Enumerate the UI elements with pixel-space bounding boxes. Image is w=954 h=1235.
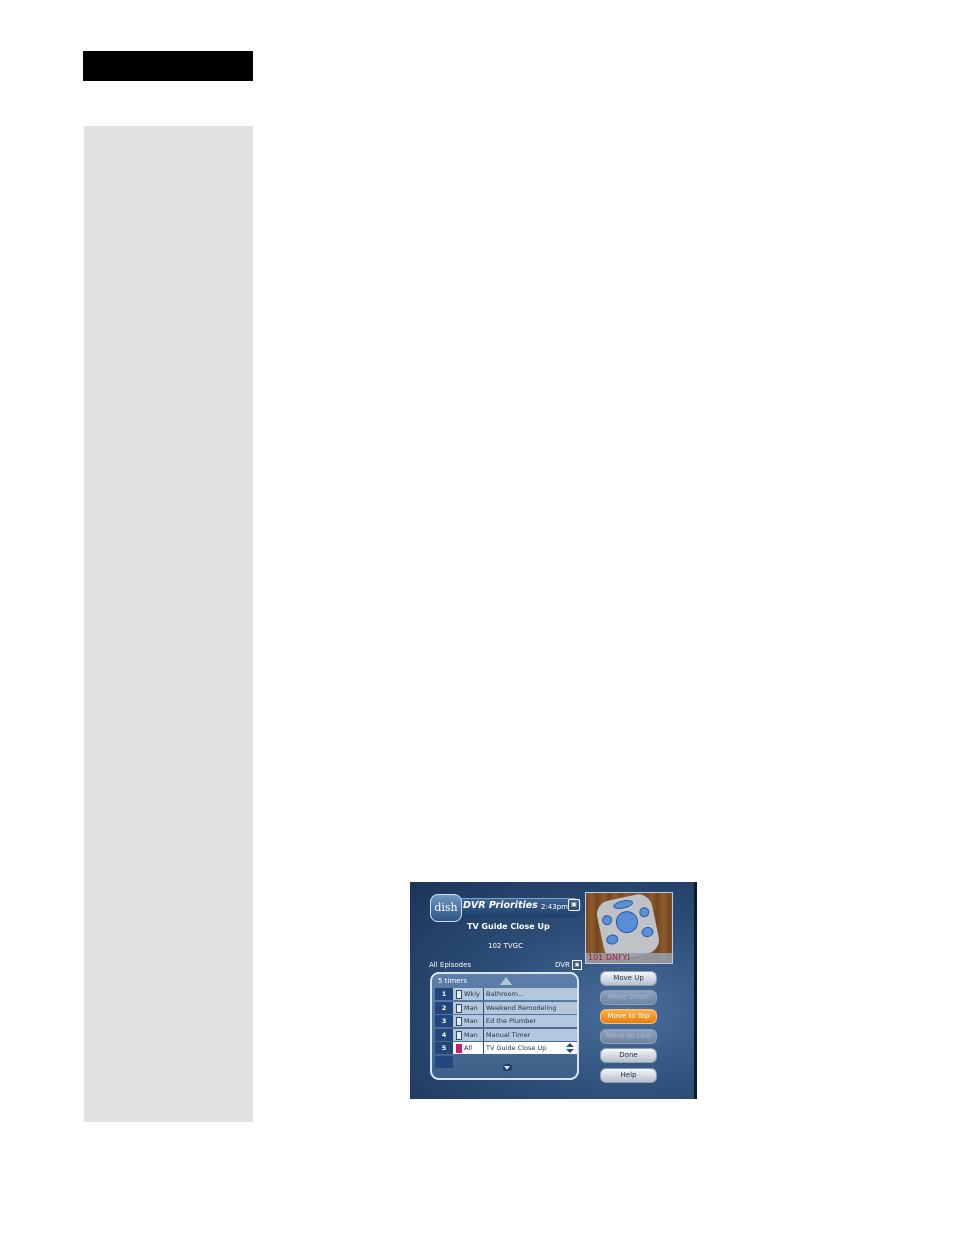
- screen-title: DVR Priorities: [463, 900, 538, 911]
- timer-frequency: Man: [464, 1003, 478, 1012]
- clock: 2:43pm: [541, 903, 568, 911]
- dish-logo: dish: [430, 894, 462, 922]
- scroll-up-arrow-icon[interactable]: [500, 977, 512, 985]
- help-button[interactable]: Help: [600, 1068, 657, 1083]
- timer-priority-number: 5: [435, 1042, 453, 1054]
- dvr-priorities-screen: dish DVR Priorities 2:43pm ▣ TV Guide Cl…: [410, 882, 697, 1099]
- dvr-icon: ▣: [572, 960, 582, 970]
- live-preview-window: 101 DNFYI: [585, 892, 673, 964]
- timer-name: Ed the Plumber: [483, 1015, 536, 1027]
- scroll-down-arrow-icon[interactable]: [503, 1064, 512, 1071]
- timer-frequency: Wkly: [464, 990, 480, 998]
- timer-icon: [456, 1044, 462, 1053]
- timer-name: Bathroom...: [483, 988, 524, 1000]
- tv-icon: ▣: [568, 899, 580, 911]
- timer-row-selected[interactable]: 5 All TV Guide Close Up: [435, 1042, 577, 1054]
- list-filter-label: All Episodes: [429, 961, 472, 969]
- timer-row[interactable]: 4 Man Manual Timer: [435, 1028, 577, 1041]
- timer-frequency: All: [464, 1044, 473, 1052]
- timer-name: TV Guide Close Up: [483, 1042, 546, 1054]
- move-down-button[interactable]: Move Down: [600, 990, 657, 1005]
- timer-priority-number: 4: [435, 1028, 453, 1041]
- channel-info: 102 TVGC: [488, 942, 523, 950]
- timer-frequency: Man: [464, 1017, 478, 1025]
- timer-frequency: Man: [464, 1030, 478, 1039]
- screen-edge: [694, 882, 697, 1099]
- reorder-arrows-icon: [566, 1043, 574, 1053]
- timer-priority-number: 2: [435, 1001, 453, 1014]
- timer-row[interactable]: 3 Man Ed the Plumber: [435, 1015, 577, 1027]
- timer-icon: [456, 1030, 462, 1040]
- done-button[interactable]: Done: [600, 1048, 657, 1063]
- preview-channel-caption: 101 DNFYI: [586, 953, 672, 963]
- program-title: TV Guide Close Up: [467, 922, 550, 931]
- move-to-last-button[interactable]: Move to Last: [600, 1029, 657, 1044]
- timer-icon: [456, 990, 462, 999]
- dvr-label: DVR: [555, 961, 570, 969]
- margin-sidebar: [84, 126, 253, 1122]
- move-to-top-button[interactable]: Move to Top: [600, 1009, 657, 1024]
- timer-icon: [456, 1017, 462, 1026]
- timer-priority-number: 3: [435, 1015, 453, 1027]
- timer-name: Weekend Remodeling: [483, 1001, 556, 1014]
- move-up-button[interactable]: Move Up: [600, 971, 657, 986]
- timer-list: 5 timers 1 Wkly Bathroom... 2 Man Weeken…: [430, 972, 579, 1080]
- timer-priority-number: 1: [435, 988, 453, 1000]
- section-header-bar: [83, 51, 253, 81]
- timer-row[interactable]: 1 Wkly Bathroom...: [435, 988, 577, 1000]
- timer-count: 5 timers: [438, 977, 468, 985]
- timer-icon: [456, 1003, 462, 1013]
- timer-name: Manual Timer: [483, 1028, 530, 1041]
- timer-row[interactable]: 2 Man Weekend Remodeling: [435, 1001, 577, 1014]
- empty-slot: [435, 1055, 453, 1068]
